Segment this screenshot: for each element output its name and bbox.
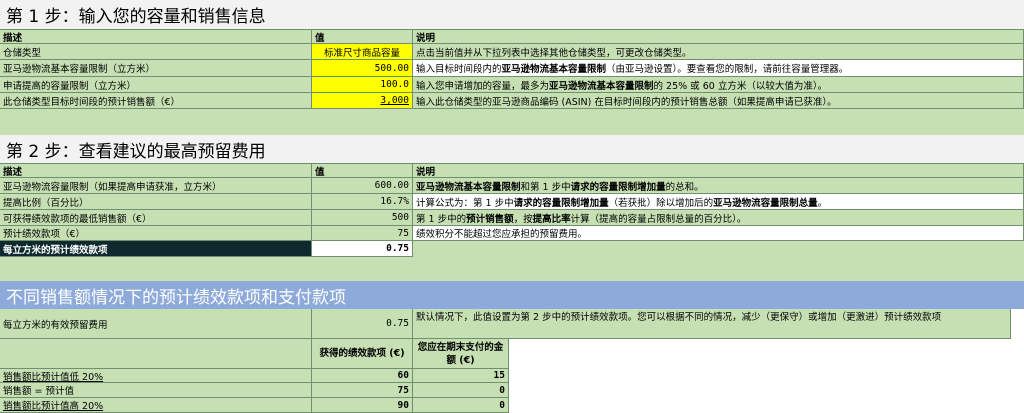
projected-sales-input[interactable]: 3,000 [312,93,413,109]
requested-increase-input[interactable]: 100.0 [312,77,413,93]
header-value: 值 [312,164,413,178]
row-note: 第 1 步中的 预计销售额 ，按 提高比率 计算（提高的容量占限制总量的百分比）。 [413,210,1024,226]
row-note: 计算公式为：第 1 步中 请求的容量限制增加量 （若获批）除以增加后的 亚马逊物流容量… [413,194,1024,210]
row-note: 默认情况下，此值设置为第 2 步中的预计绩效款项。您可以根据不同的情况，减少（更… [413,309,1011,339]
row-note: 输入此仓储类型的亚马逊商品编码 (ASIN) 在目标时间段内的预计销售总额（如果… [413,93,1024,109]
scenario-row: 销售额比预计值低 20% 60 15 [0,369,1024,383]
scenario-row: 销售额 = 预计值 75 0 [0,383,1024,398]
empty-cell [413,241,1024,257]
step2-row-increase-pct: 提高比例（百分比） 16.7% 计算公式为：第 1 步中 请求的容量限制增加量 （若… [0,194,1024,210]
spacer [0,257,1024,281]
step1-row-base-limit: 亚马逊物流基本容量限制（立方米） 500.00 输入目标时间段内的 亚马逊物流基本… [0,60,1024,77]
step2-row-total-limit: 亚马逊物流容量限制（如果提高申请获准，立方米） 600.00 亚马逊物流基本容量… [0,178,1024,194]
step2-title: 第 2 步：查看建议的最高预留费用 [0,135,1024,164]
row-desc: 仓储类型 [0,44,312,60]
row-note: 亚马逊物流基本容量限制 和第 1 步中 请求的容量限制增加量 的总和。 [413,178,1024,194]
storage-type-select[interactable]: 标准尺寸商品容量 [312,44,413,60]
row-desc: 申请提高的容量限制（立方米） [0,77,312,93]
row-value: 600.00 [312,178,413,194]
scenario-pay: 15 [413,369,509,383]
row-desc: 预计绩效款项（€） [0,226,312,241]
row-desc: 亚马逊物流容量限制（如果提高申请获准，立方米） [0,178,312,194]
row-value: 500 [312,210,413,226]
row-desc: 可获得绩效款项的最低销售额（€） [0,210,312,226]
row-desc: 此仓储类型目标时间段的预计销售额（€） [0,93,312,109]
row-desc: 提高比例（百分比） [0,194,312,210]
step2-row-per-cubic: 每立方米的预计绩效款项 0.75 [0,241,1024,257]
scenario-payment: 90 [312,398,413,413]
header-pay: 您应在期末支付的金额 (€) [413,339,509,369]
row-desc: 亚马逊物流基本容量限制（立方米） [0,60,312,77]
header-note: 说明 [413,164,1024,178]
empty-cell [0,339,312,369]
step2-row-min-sales: 可获得绩效款项的最低销售额（€） 500 第 1 步中的 预计销售额 ，按 提高比率计… [0,210,1024,226]
per-cubic-payment-value: 0.75 [312,241,413,257]
step1-row-storage-type: 仓储类型 标准尺寸商品容量 点击当前值并从下拉列表中选择其他仓储类型，可更改仓储… [0,44,1024,60]
row-note: 点击当前值并从下拉列表中选择其他仓储类型，可更改仓储类型。 [413,44,1024,60]
effective-fee-input[interactable]: 0.75 [312,309,413,339]
scenario-pay: 0 [413,383,509,398]
header-desc: 描述 [0,164,312,178]
scenario-payment: 60 [312,369,413,383]
row-note: 绩效积分不能超过您应承担的预留费用。 [413,226,1024,241]
row-desc: 每立方米的有效预留费用 [0,309,312,339]
row-note: 输入您申请增加的容量，最多为 亚马逊物流基本容量限制的 25% 或 60 立方米（… [413,77,1024,93]
spacer [0,109,1024,135]
step1-row-requested-increase: 申请提高的容量限制（立方米） 100.0 输入您申请增加的容量，最多为 亚马逊物流… [0,77,1024,93]
scenario-row: 销售额比预计值高 20% 90 0 [0,398,1024,413]
step3-title: 不同销售额情况下的预计绩效款项和支付款项 [0,281,1024,309]
spreadsheet: 第 1 步：输入您的容量和销售信息 描述 值 说明 仓储类型 标准尺寸商品容量 … [0,0,1024,413]
scenario-label: 销售额比预计值高 20% [0,398,312,413]
row-note: 输入目标时间段内的 亚马逊物流基本容量限制 （由亚马逊设置）。要查看您的限制，请前往… [413,60,1024,77]
scenario-pay: 0 [413,398,509,413]
scenario-label: 销售额比预计值低 20% [0,369,312,383]
header-note: 说明 [413,30,1024,44]
row-value: 16.7% [312,194,413,210]
step3-row-effective: 每立方米的有效预留费用 0.75 默认情况下，此值设置为第 2 步中的预计绩效款… [0,309,1024,339]
header-desc: 描述 [0,30,312,44]
step3-header-row: 获得的绩效款项 (€) 您应在期末支付的金额 (€) [0,339,1024,369]
row-desc: 每立方米的预计绩效款项 [0,241,312,257]
step2-header-row: 描述 值 说明 [0,164,1024,178]
step1-header-row: 描述 值 说明 [0,30,1024,44]
scenario-label: 销售额 = 预计值 [0,383,312,398]
header-payment: 获得的绩效款项 (€) [312,339,413,369]
row-value: 75 [312,226,413,241]
scenario-payment: 75 [312,383,413,398]
step2-row-payment: 预计绩效款项（€） 75 绩效积分不能超过您应承担的预留费用。 [0,226,1024,241]
step1-title: 第 1 步：输入您的容量和销售信息 [0,0,1024,30]
header-value: 值 [312,30,413,44]
step1-row-sales: 此仓储类型目标时间段的预计销售额（€） 3,000 输入此仓储类型的亚马逊商品编… [0,93,1024,109]
base-limit-input[interactable]: 500.00 [312,60,413,77]
